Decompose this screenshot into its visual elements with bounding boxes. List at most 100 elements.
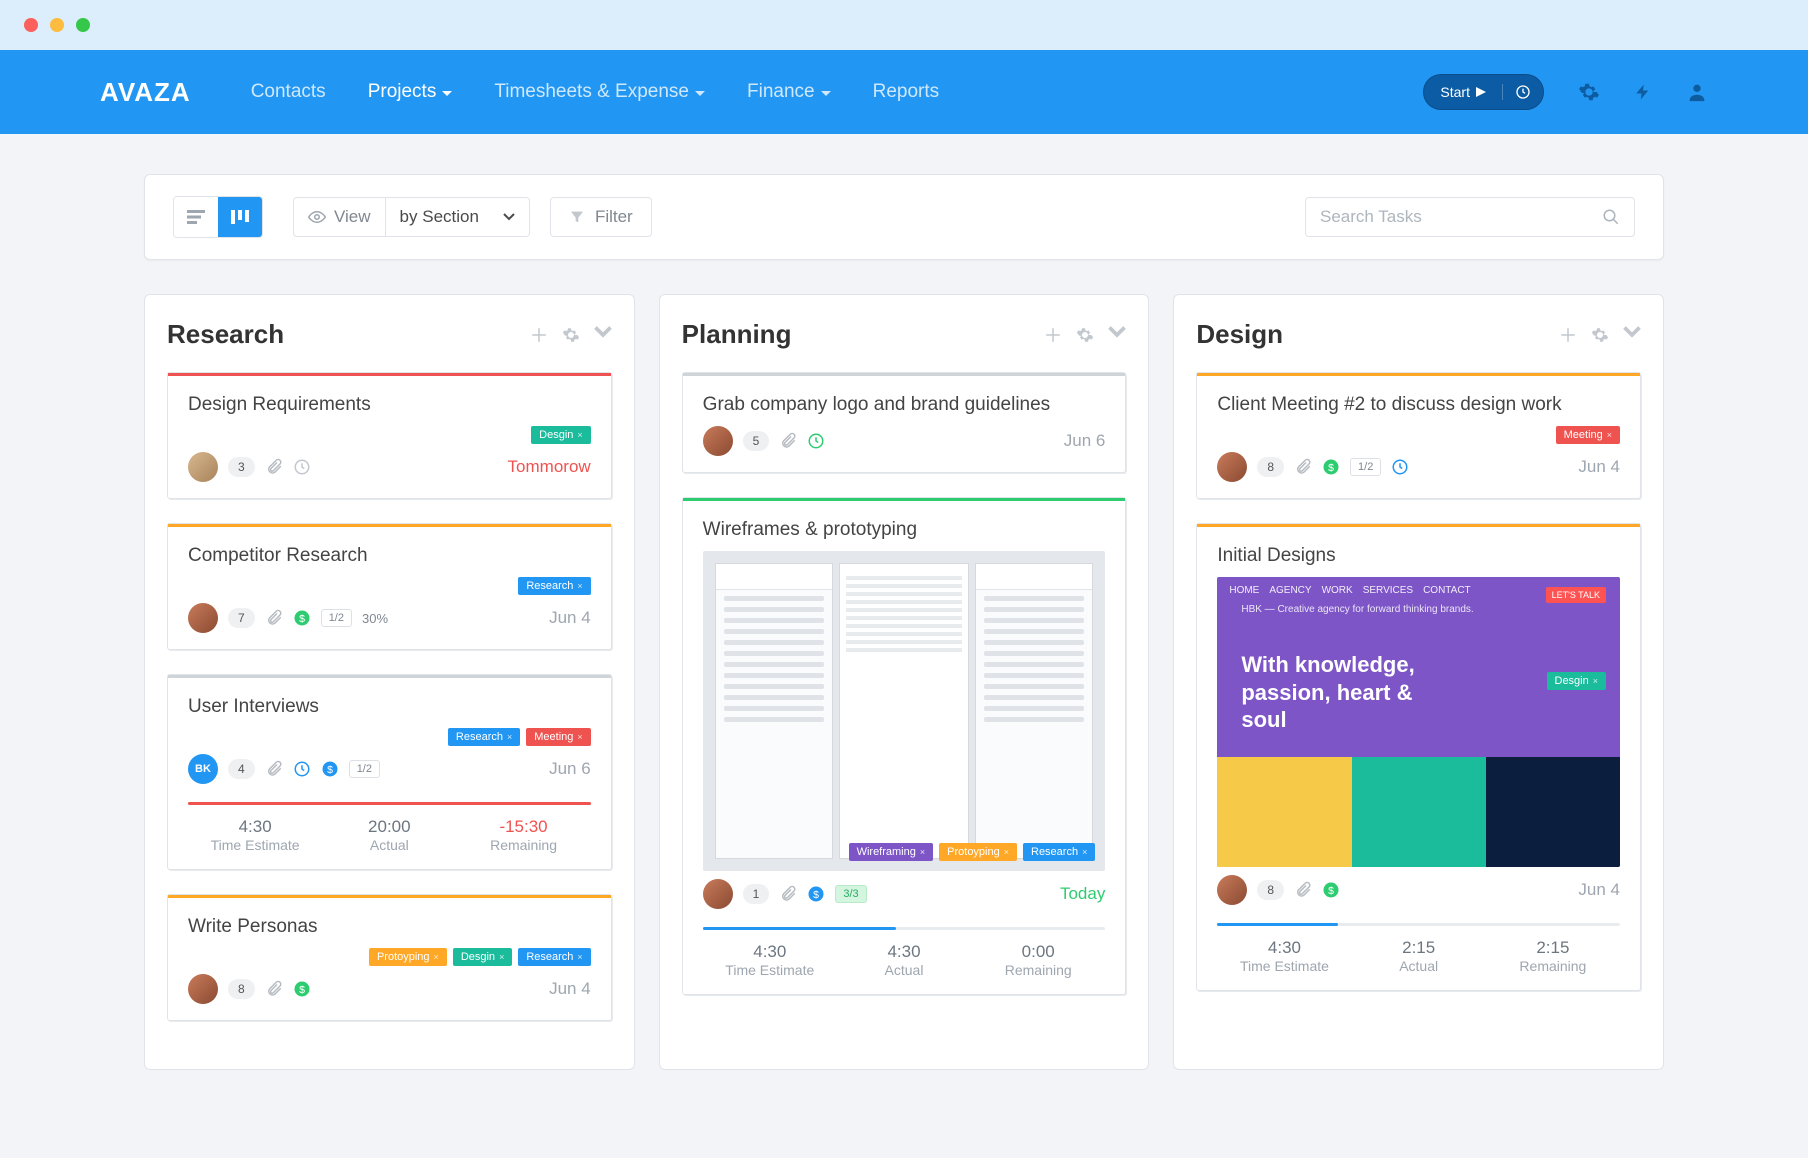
card-title: Write Personas	[188, 916, 591, 938]
column-settings-icon[interactable]	[562, 326, 580, 344]
collapse-column-icon[interactable]	[1108, 326, 1126, 344]
card-title: User Interviews	[188, 696, 591, 718]
tag[interactable]: Desgin×	[453, 948, 513, 966]
dollar-blue-icon: $	[807, 885, 825, 903]
nav-finance[interactable]: Finance	[747, 81, 831, 103]
avatar[interactable]: BK	[188, 754, 218, 784]
tag[interactable]: Desgin×	[531, 426, 591, 444]
board-view-button[interactable]	[218, 197, 262, 237]
filter-button[interactable]: Filter	[550, 197, 652, 237]
group-by-select[interactable]: by Section	[386, 197, 530, 237]
task-card[interactable]: User Interviews Research× Meeting× BK 4 $…	[167, 674, 612, 870]
card-meta: 8 $ Jun 4	[188, 974, 591, 1004]
dollar-icon: $	[293, 980, 311, 998]
close-window-icon[interactable]	[24, 18, 38, 32]
collapse-column-icon[interactable]	[1623, 326, 1641, 344]
clock-green-icon	[807, 432, 825, 450]
comment-count[interactable]: 5	[743, 431, 770, 451]
avatar[interactable]	[703, 879, 733, 909]
maximize-window-icon[interactable]	[76, 18, 90, 32]
tag[interactable]: Research×	[518, 577, 590, 595]
board-column: Planning Grab company logo and brand gui…	[659, 294, 1150, 1070]
column-settings-icon[interactable]	[1591, 326, 1609, 344]
search-tasks-input[interactable]	[1305, 197, 1635, 237]
add-card-button[interactable]	[1559, 326, 1577, 344]
avatar[interactable]	[1217, 875, 1247, 905]
list-view-button[interactable]	[174, 197, 218, 237]
nav-contacts[interactable]: Contacts	[251, 81, 326, 103]
attach-icon	[265, 609, 283, 627]
collapse-column-icon[interactable]	[594, 326, 612, 344]
comment-count[interactable]: 8	[228, 979, 255, 999]
add-card-button[interactable]	[1044, 326, 1062, 344]
card-thumbnail[interactable]: Wireframing× Protoyping× Research×	[703, 551, 1106, 871]
comment-count[interactable]: 3	[228, 457, 255, 477]
nav-timesheets[interactable]: Timesheets & Expense	[494, 81, 705, 103]
due-date: Jun 4	[1578, 457, 1620, 477]
comment-count[interactable]: 8	[1257, 457, 1284, 477]
task-card[interactable]: Wireframes & prototyping Wireframing×Pro…	[682, 497, 1127, 995]
tag[interactable]: Desgin×	[1547, 672, 1607, 690]
progress-pct: 30%	[362, 611, 388, 626]
tag[interactable]: Meeting×	[526, 728, 590, 746]
filter-icon	[569, 209, 585, 225]
chevron-down-icon	[442, 91, 452, 96]
task-card[interactable]: Design Requirements Desgin× 3 Tommorow	[167, 372, 612, 499]
tag[interactable]: Wireframing×	[849, 843, 934, 861]
task-card[interactable]: Write Personas Protoyping× Desgin× Researc…	[167, 894, 612, 1021]
browser-chrome	[0, 0, 1808, 50]
attach-icon	[779, 432, 797, 450]
time-tracking: 4:30Time Estimate 20:00Actual -15:30Rema…	[188, 805, 591, 853]
attach-icon	[265, 458, 283, 476]
column-settings-icon[interactable]	[1076, 326, 1094, 344]
comment-count[interactable]: 7	[228, 608, 255, 628]
column-title: Planning	[682, 319, 792, 350]
avatar[interactable]	[188, 452, 218, 482]
settings-icon[interactable]	[1578, 81, 1600, 103]
avatar[interactable]	[703, 426, 733, 456]
dollar-icon: $	[1322, 458, 1340, 476]
card-title: Design Requirements	[188, 394, 591, 416]
nav-reports[interactable]: Reports	[873, 81, 940, 103]
tag[interactable]: Research×	[448, 728, 520, 746]
bolt-icon[interactable]	[1634, 81, 1652, 103]
attach-icon	[265, 760, 283, 778]
start-label: Start	[1440, 84, 1470, 100]
attach-icon	[265, 980, 283, 998]
column-title: Research	[167, 319, 284, 350]
attach-icon	[779, 885, 797, 903]
comment-count[interactable]: 4	[228, 759, 255, 779]
tag[interactable]: Meeting×	[1556, 426, 1620, 444]
svg-text:$: $	[1328, 462, 1334, 474]
recent-timers-icon[interactable]	[1502, 84, 1543, 100]
add-card-button[interactable]	[530, 326, 548, 344]
tag[interactable]: Protoyping×	[369, 948, 447, 966]
comment-count[interactable]: 8	[1257, 880, 1284, 900]
nav-projects[interactable]: Projects	[368, 81, 453, 103]
top-navigation: AVAZA Contacts Projects Timesheets & Exp…	[0, 50, 1808, 134]
minimize-window-icon[interactable]	[50, 18, 64, 32]
card-meta: 1 $3/3 Today	[703, 879, 1106, 909]
user-icon[interactable]	[1686, 81, 1708, 103]
card-thumbnail[interactable]: HOMEAGENCYWORKSERVICESCONTACT LET'S TALK…	[1217, 577, 1620, 867]
view-mode-label[interactable]: View	[293, 197, 386, 237]
due-date: Jun 6	[1064, 431, 1106, 451]
task-card[interactable]: Initial Designs HOMEAGENCYWORKSERVICESCO…	[1196, 523, 1641, 991]
card-meta: 5 Jun 6	[703, 426, 1106, 456]
avatar[interactable]	[1217, 452, 1247, 482]
board-column: Design Client Meeting #2 to discuss desi…	[1173, 294, 1664, 1070]
avatar[interactable]	[188, 603, 218, 633]
task-card[interactable]: Client Meeting #2 to discuss design work…	[1196, 372, 1641, 499]
task-card[interactable]: Competitor Research Research× 7 $1/230% …	[167, 523, 612, 650]
card-meta: BK 4 $1/2 Jun 6	[188, 754, 591, 784]
tag[interactable]: Research×	[1023, 843, 1095, 861]
dollar-icon: $	[293, 609, 311, 627]
task-card[interactable]: Grab company logo and brand guidelines 5…	[682, 372, 1127, 473]
due-date: Jun 4	[549, 979, 591, 999]
start-timer-button[interactable]: Start	[1423, 74, 1544, 110]
avatar[interactable]	[188, 974, 218, 1004]
brand-logo[interactable]: AVAZA	[100, 77, 191, 108]
tag[interactable]: Research×	[518, 948, 590, 966]
tag[interactable]: Protoyping×	[939, 843, 1017, 861]
comment-count[interactable]: 1	[743, 884, 770, 904]
